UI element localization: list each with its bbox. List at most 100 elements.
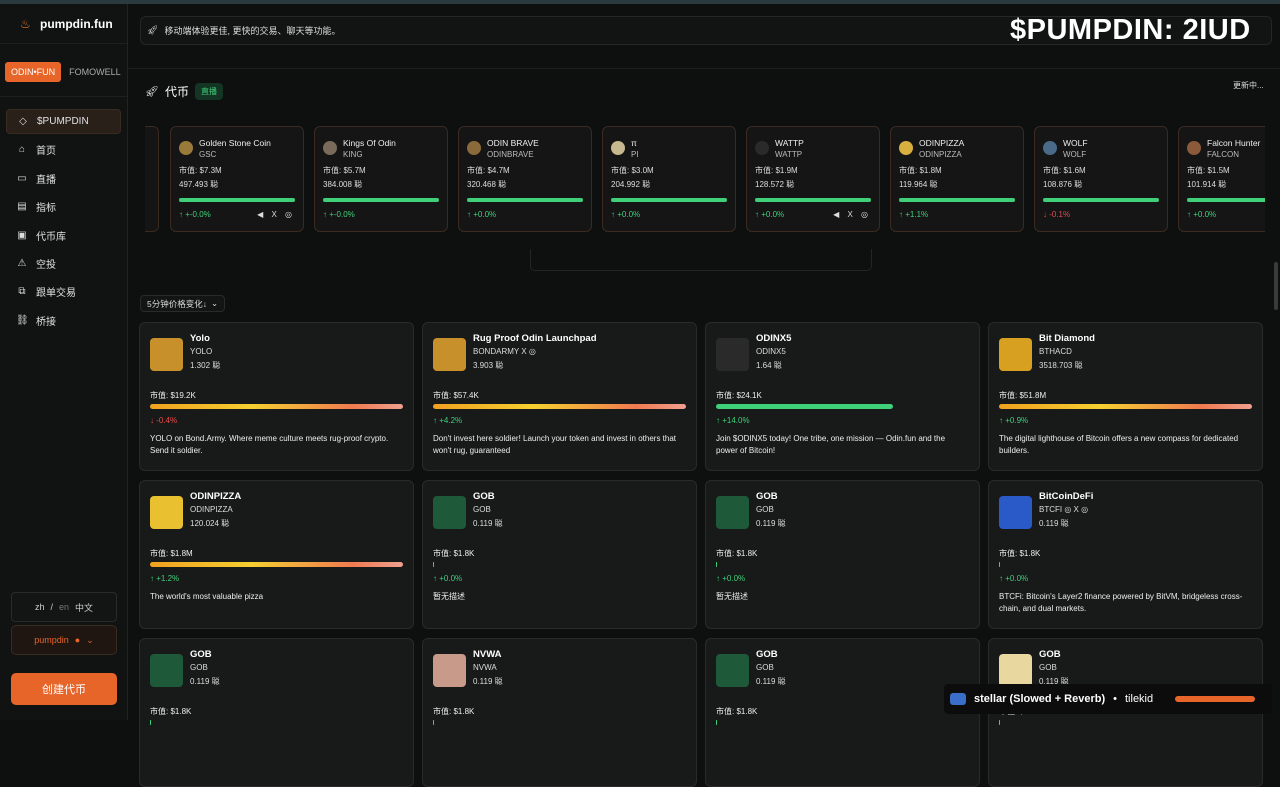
token-card[interactable]: GOB GOB 0.119 聪 市值: $1.8K bbox=[705, 638, 980, 787]
token-description: Join $ODINX5 today! One tribe, one missi… bbox=[716, 434, 946, 455]
top-accent-line bbox=[0, 0, 1280, 4]
ticker-holders: 108.876 聪 bbox=[1043, 180, 1083, 189]
sidebar-item-label: 桥接 bbox=[36, 316, 56, 328]
token-symbol: BONDARMY X ◎ bbox=[473, 347, 536, 356]
create-token-button[interactable]: 创建代币 bbox=[11, 673, 117, 705]
token-mcap: 市值: $1.8K bbox=[716, 707, 758, 716]
token-card[interactable]: NVWA NVWA 0.119 聪 市值: $1.8K bbox=[422, 638, 697, 787]
ticker-card[interactable]: ODINPIZZA ODINPIZZA 市值: $1.8M 119.964 聪 … bbox=[890, 126, 1024, 232]
ticker-holders: 320.468 聪 bbox=[467, 180, 507, 189]
playback-progress[interactable] bbox=[1175, 696, 1256, 702]
token-mcap: 市值: $1.8K bbox=[716, 549, 758, 558]
ticker-symbol: ODINPIZZA bbox=[919, 149, 962, 159]
token-description: The world's most valuable pizza bbox=[150, 592, 264, 601]
sidebar-item-5[interactable]: ⚠︎ 空投 bbox=[6, 251, 121, 276]
ticker-card[interactable]: ODIN BRAVE ODINBRAVE 市值: $4.7M 320.468 聪… bbox=[458, 126, 592, 232]
card-header: Bit Diamond BTHACD 3518.703 聪 bbox=[999, 332, 1252, 380]
token-holders: 1.64 聪 bbox=[756, 361, 782, 370]
sidebar-item-6[interactable]: ⧉ 跟单交易 bbox=[6, 279, 121, 304]
ticker-change-row: ↑ +0.0% bbox=[611, 210, 727, 219]
token-symbol: GOB bbox=[756, 663, 774, 672]
scrollbar[interactable] bbox=[1274, 262, 1278, 310]
track-title: stellar (Slowed + Reverb) bbox=[974, 693, 1106, 705]
app-name: pumpdin.fun bbox=[40, 16, 113, 31]
ticker-change-row: ↓ -0.1% bbox=[1043, 210, 1159, 219]
platform-switch: ODIN•FUN FOMOWELL bbox=[5, 62, 127, 82]
lang-en[interactable]: en bbox=[59, 602, 69, 612]
platform-tab-odin[interactable]: ODIN•FUN bbox=[5, 62, 62, 82]
ticker-card[interactable]: WOLF WOLF 市值: $1.6M 108.876 聪 ↓ -0.1% bbox=[1034, 126, 1168, 232]
platform-tab-fomowell[interactable]: FOMOWELL bbox=[63, 62, 127, 82]
token-avatar bbox=[467, 141, 481, 155]
ticker-symbol: KING bbox=[343, 149, 363, 159]
sort-filter-dropdown[interactable]: 5分钟价格变化↓ ⌄ bbox=[140, 295, 226, 312]
token-avatar bbox=[999, 496, 1032, 529]
token-avatar bbox=[716, 496, 749, 529]
social-icons[interactable]: ◀ X ◎ bbox=[257, 210, 295, 219]
ticker-card[interactable]: WATTP WATTP 市值: $1.9M 128.572 聪 ↑ +0.0% … bbox=[746, 126, 880, 232]
token-card[interactable]: Rug Proof Odin Launchpad BONDARMY X ◎ 3.… bbox=[422, 322, 697, 471]
token-avatar bbox=[433, 496, 466, 529]
token-mcap: 市值: $1.8K bbox=[433, 549, 475, 558]
ticker-card[interactable]: Kings Of Odin KING 市值: $5.7M 384.008 聪 ↑… bbox=[314, 126, 448, 232]
token-card[interactable]: ODINX5 ODINX5 1.64 聪 市值: $24.1K ↑ +14.0%… bbox=[705, 322, 980, 471]
token-change: ↑ +4.2% bbox=[433, 416, 463, 425]
sidebar-item-1[interactable]: ⌂ 首页 bbox=[6, 137, 121, 162]
ticker-progress-bar bbox=[1187, 198, 1265, 202]
token-change: ↑ +0.0% bbox=[433, 574, 463, 583]
bonding-progress-bar bbox=[716, 720, 717, 725]
token-mcap: 市值: $1.8K bbox=[433, 707, 475, 716]
token-avatar bbox=[716, 654, 749, 687]
token-description: BTCFi: Bitcoin's Layer2 finance powered … bbox=[999, 592, 1243, 613]
token-symbol: GOB bbox=[1039, 663, 1057, 672]
ticker-change-row: ↑ +0.0% bbox=[467, 210, 583, 219]
bonding-progress-bar bbox=[150, 720, 151, 725]
token-symbol: NVWA bbox=[473, 663, 497, 672]
ticker-holders: 101.914 聪 bbox=[1187, 180, 1227, 189]
ticker-change: ↑ +-0.0% bbox=[179, 210, 211, 219]
lang-zh[interactable]: zh bbox=[35, 602, 45, 612]
sidebar-item-7[interactable]: ⛓︎ 桥接 bbox=[6, 308, 121, 333]
token-card[interactable]: GOB GOB 0.119 聪 市值: $1.8K ↑ +0.0% 暂无描述 bbox=[705, 480, 980, 629]
app-logo[interactable]: ♨ pumpdin.fun bbox=[0, 4, 127, 44]
music-player[interactable]: stellar (Slowed + Reverb) • tilekid bbox=[944, 684, 1272, 714]
ticker-change-row: ↑ +-0.0% ◀ X ◎ bbox=[179, 210, 295, 219]
sidebar-item-3[interactable]: ▤ 指标 bbox=[6, 194, 121, 219]
ticker-progress-bar bbox=[323, 198, 439, 202]
ticker-change: ↓ -0.1% bbox=[1043, 210, 1071, 219]
token-card[interactable]: Yolo YOLO 1.302 聪 市值: $19.2K ↓ -0.4% YOL… bbox=[139, 322, 414, 471]
ticker-carousel[interactable]: Golden Stone Coin GSC 市值: $7.3M 497.493 … bbox=[145, 114, 1265, 232]
ticker-card-partial[interactable] bbox=[145, 126, 159, 232]
token-name: Rug Proof Odin Launchpad bbox=[473, 333, 597, 344]
user-menu-button[interactable]: pumpdin ● ⌄ bbox=[11, 625, 117, 655]
token-card[interactable]: GOB GOB 0.119 聪 市值: $1.8K bbox=[139, 638, 414, 787]
token-card[interactable]: Bit Diamond BTHACD 3518.703 聪 市值: $51.8M… bbox=[988, 322, 1263, 471]
social-icons[interactable]: ◀ X ◎ bbox=[833, 210, 871, 219]
token-card[interactable]: BitCoinDeFi BTCFI ◎ X ◎ 0.119 聪 市值: $1.8… bbox=[988, 480, 1263, 629]
card-header: ODINPIZZA ODINPIZZA 120.024 聪 bbox=[150, 490, 403, 538]
bonding-progress-bar bbox=[433, 404, 686, 409]
token-mcap: 市值: $19.2K bbox=[150, 391, 196, 400]
token-holders: 0.119 聪 bbox=[756, 519, 786, 528]
ticker-change-row: ↑ +0.0% bbox=[1187, 210, 1265, 219]
sidebar-item-2[interactable]: ▭ 直播 bbox=[6, 166, 121, 191]
ticker-card[interactable]: Falcon Hunter FALCON 市值: $1.5M 101.914 聪… bbox=[1178, 126, 1265, 232]
ticker-card[interactable]: π PI 市值: $3.0M 204.992 聪 ↑ +0.0% bbox=[602, 126, 736, 232]
ticker-card[interactable]: Golden Stone Coin GSC 市值: $7.3M 497.493 … bbox=[170, 126, 304, 232]
language-switcher[interactable]: zh / en 中文 bbox=[11, 592, 117, 622]
ticker-progress-bar bbox=[611, 198, 727, 202]
ticker-change: ↑ +1.1% bbox=[899, 210, 929, 219]
card-header: GOB GOB 0.119 聪 bbox=[150, 648, 403, 696]
token-mcap: 市值: $51.8M bbox=[999, 391, 1047, 400]
rocket-icon: 🚀︎ bbox=[145, 86, 159, 98]
token-name: ODINX5 bbox=[756, 333, 792, 344]
token-card[interactable]: ODINPIZZA ODINPIZZA 120.024 聪 市值: $1.8M … bbox=[139, 480, 414, 629]
token-change: ↑ +0.0% bbox=[999, 574, 1029, 583]
token-name: GOB bbox=[756, 491, 778, 502]
sidebar-item-0[interactable]: ◇ $PUMPDIN bbox=[6, 109, 121, 134]
lang-label: 中文 bbox=[75, 602, 94, 613]
token-holders: 120.024 聪 bbox=[190, 519, 230, 528]
token-card[interactable]: GOB GOB 0.119 聪 市值: $1.8K ↑ +0.0% 暂无描述 bbox=[422, 480, 697, 629]
sidebar-item-4[interactable]: ▣ 代币库 bbox=[6, 223, 121, 248]
ticker-header: Golden Stone Coin GSC bbox=[179, 136, 295, 160]
